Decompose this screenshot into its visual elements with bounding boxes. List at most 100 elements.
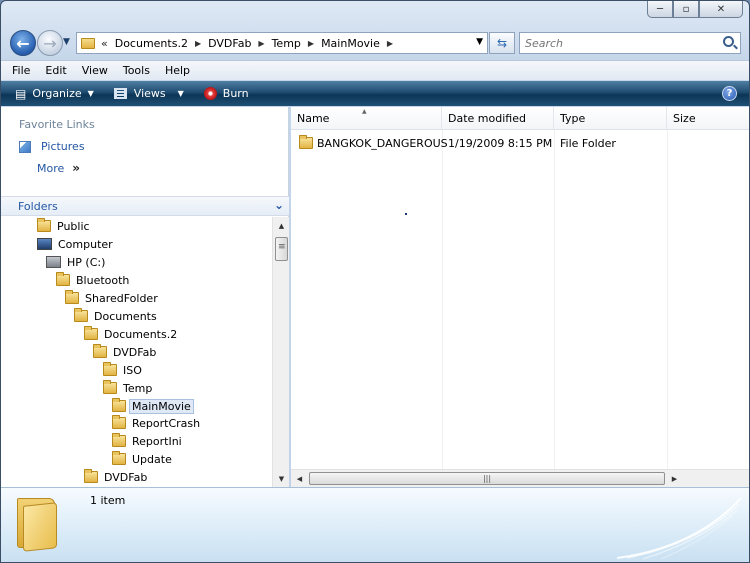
- tree-item-label: Documents.2: [104, 327, 178, 341]
- burn-icon: [203, 87, 217, 100]
- arrow-right-icon: →: [43, 33, 57, 53]
- tree-item[interactable]: DVDFab: [84, 468, 147, 486]
- navigation-pane: Favorite Links Pictures More » Folders ⌄…: [1, 107, 289, 487]
- menu-file[interactable]: File: [12, 64, 30, 77]
- folder-icon: [65, 290, 79, 304]
- tree-item[interactable]: DVDFab: [93, 343, 156, 361]
- chevron-right-icon[interactable]: ▶: [387, 39, 393, 48]
- chevron-down-icon[interactable]: ⌄: [274, 198, 284, 212]
- views-button[interactable]: Views ▼: [113, 87, 184, 100]
- tree-item[interactable]: Bluetooth: [56, 271, 129, 289]
- sort-ascending-icon: ▲: [362, 108, 367, 115]
- tree-item[interactable]: HP (C:): [46, 253, 105, 271]
- folder-icon: [81, 37, 95, 49]
- scroll-thumb[interactable]: |||: [309, 472, 665, 485]
- burn-button[interactable]: Burn: [203, 87, 249, 100]
- scroll-thumb[interactable]: [275, 237, 288, 261]
- tree-item[interactable]: Documents.2: [84, 325, 177, 343]
- folders-header[interactable]: Folders ⌄: [1, 196, 289, 216]
- search-icon[interactable]: [723, 36, 734, 47]
- folder-icon: [112, 433, 126, 447]
- chevron-right-icon[interactable]: ▶: [195, 39, 201, 48]
- menu-tools[interactable]: Tools: [123, 64, 150, 77]
- refresh-button[interactable]: ⇆: [489, 32, 515, 54]
- file-row[interactable]: BANGKOK_DANGEROUS 1/19/2009 8:15 PM File…: [299, 134, 739, 152]
- tree-item[interactable]: Documents: [74, 307, 157, 325]
- breadcrumb-mainmovie[interactable]: MainMovie ▶: [321, 37, 400, 50]
- arrow-left-icon: ←: [16, 33, 30, 53]
- folder-icon: [103, 362, 117, 376]
- breadcrumb-temp[interactable]: Temp ▶: [272, 37, 321, 50]
- tree-item-label: HP (C:): [67, 255, 106, 269]
- organize-icon: ▤: [15, 86, 27, 101]
- tree-item-label: MainMovie: [129, 398, 194, 414]
- tree-item[interactable]: MainMovie: [112, 397, 194, 415]
- tree-item[interactable]: SharedFolder: [65, 289, 158, 307]
- organize-button[interactable]: ▤ Organize ▼: [15, 87, 94, 101]
- refresh-icon: ⇆: [496, 36, 508, 50]
- folder-icon: [112, 398, 126, 412]
- scroll-left-button[interactable]: ◀: [291, 470, 308, 487]
- folder-icon: [37, 218, 51, 232]
- file-type: File Folder: [560, 136, 616, 150]
- maximize-button[interactable]: ▫: [673, 1, 699, 18]
- tree-item-label: Computer: [58, 237, 113, 251]
- column-headers: Name ▲ Date modified Type Size: [291, 107, 749, 130]
- chevron-right-icon[interactable]: ▶: [258, 39, 264, 48]
- explorer-window: ─ ▫ ✕ ← → ▼ « Documents.2 ▶ DVDFab ▶ Temp ▶…: [0, 0, 750, 563]
- decorative-swoosh: [616, 497, 742, 560]
- help-icon[interactable]: ?: [722, 86, 737, 101]
- tree-item-label: DVDFab: [113, 345, 157, 359]
- overflow-chevron[interactable]: «: [101, 37, 108, 50]
- chevron-down-icon: ▼: [177, 89, 184, 98]
- folder-icon: [84, 469, 98, 483]
- chevron-right-icon[interactable]: ▶: [308, 39, 314, 48]
- address-dropdown[interactable]: ▼: [476, 37, 483, 47]
- tree-item[interactable]: ReportCrash: [112, 414, 200, 432]
- file-list: Name ▲ Date modified Type Size BANGKOK_D…: [291, 107, 749, 487]
- menu-bar: File Edit View Tools Help: [1, 60, 749, 80]
- item-count: 1 item: [90, 494, 126, 507]
- tree-item[interactable]: ISO: [103, 361, 142, 379]
- address-bar[interactable]: « Documents.2 ▶ DVDFab ▶ Temp ▶ MainMovie ▶ …: [76, 32, 488, 54]
- chevron-down-icon: ▼: [87, 89, 94, 98]
- column-size[interactable]: Size: [667, 107, 749, 130]
- tree-item[interactable]: Computer: [37, 235, 113, 253]
- column-date-modified[interactable]: Date modified: [442, 107, 554, 130]
- folder-icon: [103, 380, 117, 394]
- folder-icon: [17, 494, 59, 552]
- back-button[interactable]: ←: [10, 30, 36, 56]
- folder-icon: [56, 272, 70, 286]
- scroll-down-button[interactable]: ▼: [273, 470, 290, 487]
- file-list-scrollbar[interactable]: ◀ ||| ▶: [291, 469, 749, 487]
- tree-item[interactable]: ReportIni: [112, 432, 182, 450]
- folder-icon: [112, 451, 126, 465]
- folder-icon: [299, 135, 313, 149]
- minimize-button[interactable]: ─: [647, 1, 673, 18]
- breadcrumb-documents2[interactable]: Documents.2 ▶: [115, 37, 208, 50]
- forward-button[interactable]: →: [37, 30, 63, 56]
- double-chevron-icon: »: [72, 161, 80, 175]
- breadcrumb-dvdfab[interactable]: DVDFab ▶: [208, 37, 271, 50]
- menu-edit[interactable]: Edit: [45, 64, 66, 77]
- tree-item-label: Bluetooth: [76, 273, 130, 287]
- search-input[interactable]: [525, 36, 715, 50]
- column-type[interactable]: Type: [554, 107, 667, 130]
- caption-buttons: ─ ▫ ✕: [647, 1, 743, 18]
- close-button[interactable]: ✕: [699, 1, 743, 18]
- folder-icon: [74, 308, 88, 322]
- tree-item[interactable]: Public: [37, 217, 90, 235]
- tree-item[interactable]: Update: [112, 450, 172, 468]
- scroll-up-button[interactable]: ▲: [273, 217, 290, 234]
- scroll-right-button[interactable]: ▶: [666, 470, 683, 487]
- menu-view[interactable]: View: [82, 64, 108, 77]
- tree-item-label: Update: [132, 452, 172, 466]
- tree-item[interactable]: Temp: [103, 379, 152, 397]
- folder-tree-scrollbar[interactable]: ▲ ▼: [272, 217, 289, 487]
- favorite-link-pictures[interactable]: Pictures: [19, 140, 288, 153]
- favorite-link-more[interactable]: More »: [19, 161, 288, 175]
- menu-help[interactable]: Help: [165, 64, 190, 77]
- drive-icon: [46, 256, 61, 268]
- recent-pages-dropdown[interactable]: ▼: [63, 37, 70, 47]
- search-box[interactable]: [519, 32, 741, 54]
